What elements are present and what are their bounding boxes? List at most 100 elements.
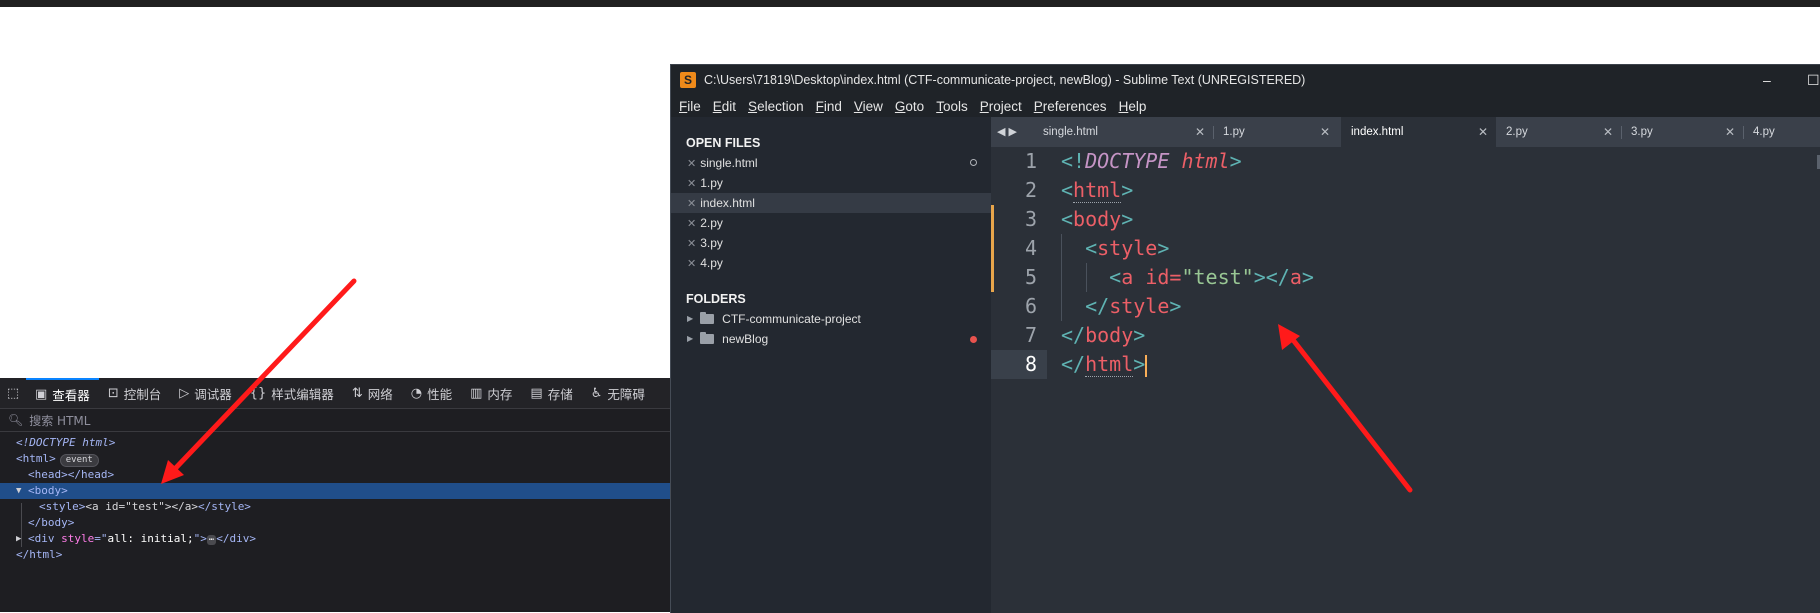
- menu-goto[interactable]: Goto: [895, 99, 924, 114]
- window-title-bar[interactable]: S C:\Users\71819\Desktop\index.html (CTF…: [671, 65, 1820, 95]
- menu-bar: File Edit Selection Find View Goto Tools…: [671, 95, 1820, 117]
- menu-preferences[interactable]: Preferences: [1034, 99, 1107, 114]
- menu-find[interactable]: Find: [816, 99, 842, 114]
- tree-node-head[interactable]: <head></head>: [0, 467, 672, 483]
- open-files-heading: OPEN FILES: [686, 136, 761, 150]
- code-line-8: </html>: [1061, 352, 1148, 377]
- minimize-icon[interactable]: –: [1763, 65, 1771, 95]
- storage-icon: ▤: [530, 385, 543, 401]
- tree-node-style[interactable]: <style><a id="test"></a></style>: [0, 499, 672, 515]
- open-file-1-py[interactable]: ✕ 1.py: [671, 173, 991, 193]
- expand-triangle-icon[interactable]: ▼: [16, 483, 21, 499]
- tab-inspector[interactable]: ▣ 查看器: [26, 378, 99, 408]
- tab-1-py[interactable]: 1.py ✕: [1213, 117, 1338, 147]
- element-picker-icon[interactable]: ⬚: [0, 378, 26, 408]
- line-number: 4: [1024, 236, 1037, 260]
- menu-tools[interactable]: Tools: [936, 99, 968, 114]
- code-content[interactable]: <!DOCTYPE html> <html> <body> <style> <a…: [1061, 147, 1314, 379]
- window-title: C:\Users\71819\Desktop\index.html (CTF-c…: [704, 73, 1306, 87]
- close-icon[interactable]: ✕: [687, 218, 696, 230]
- close-icon[interactable]: ✕: [1478, 117, 1488, 147]
- close-icon[interactable]: ✕: [687, 198, 696, 210]
- maximize-icon[interactable]: ☐: [1807, 65, 1820, 95]
- code-line-4: <style>: [1085, 236, 1170, 260]
- debugger-icon: ▷: [179, 385, 190, 401]
- menu-project[interactable]: Project: [980, 99, 1022, 114]
- code-line-3: <body>: [1061, 207, 1134, 231]
- expand-arrow-icon[interactable]: ▶: [687, 309, 693, 329]
- open-file-4-py[interactable]: ✕ 4.py: [671, 253, 991, 273]
- close-icon[interactable]: ✕: [687, 238, 696, 250]
- menu-edit[interactable]: Edit: [713, 99, 736, 114]
- menu-selection[interactable]: Selection: [748, 99, 804, 114]
- tab-scroll-arrows-icon[interactable]: ◀ ▶: [997, 117, 1017, 147]
- close-icon[interactable]: ✕: [1195, 117, 1205, 147]
- browser-top-strip: [0, 0, 1820, 7]
- code-editor[interactable]: 1 2 3 4 5 6 7 8 <!DOCTYPE html> <html> <…: [991, 147, 1820, 613]
- tab-accessibility[interactable]: ♿ 无障碍: [582, 378, 654, 408]
- line-number: 6: [1024, 294, 1037, 318]
- folder-icon: [700, 332, 715, 344]
- search-icon: 🔍︎: [8, 413, 24, 427]
- collapsed-triangle-icon[interactable]: ▶: [16, 531, 21, 547]
- search-html-input[interactable]: 搜索 HTML: [29, 412, 90, 429]
- close-icon[interactable]: ✕: [1725, 117, 1735, 147]
- folder-ctf-communicate-project[interactable]: ▶ CTF-communicate-project: [671, 309, 991, 329]
- line-number: 1: [1024, 149, 1037, 173]
- tab-debugger[interactable]: ▷ 调试器: [170, 378, 241, 408]
- tab-single-html[interactable]: single.html ✕: [1033, 117, 1213, 147]
- tab-2-py[interactable]: 2.py ✕: [1496, 117, 1621, 147]
- code-line-7: </body>: [1061, 323, 1146, 347]
- html-search-bar[interactable]: 🔍︎ 搜索 HTML: [0, 409, 672, 432]
- close-icon[interactable]: ✕: [1603, 117, 1613, 147]
- tab-style-editor[interactable]: {} 样式编辑器: [241, 378, 343, 408]
- expand-arrow-icon[interactable]: ▶: [687, 329, 693, 349]
- line-number-current: 8: [1024, 352, 1037, 376]
- menu-help[interactable]: Help: [1119, 99, 1147, 114]
- tab-network[interactable]: ⇅ 网络: [343, 378, 402, 408]
- tab-bar: ◀ ▶ single.html ✕ 1.py ✕ index.html ✕ 2.py ✕…: [991, 117, 1820, 147]
- code-line-5: <a id="test"></a>: [1109, 265, 1314, 289]
- sublime-text-window: S C:\Users\71819\Desktop\index.html (CTF…: [670, 64, 1820, 613]
- tab-performance[interactable]: ◔ 性能: [402, 378, 461, 408]
- markup-tree: <!DOCTYPE html> <html> event <head></head…: [0, 432, 672, 563]
- close-icon[interactable]: ✕: [687, 258, 696, 270]
- tab-memory[interactable]: ▥ 内存: [461, 378, 521, 408]
- style-editor-icon: {}: [249, 385, 267, 401]
- memory-icon: ▥: [470, 385, 483, 401]
- folder-newblog[interactable]: ▶ newBlog: [671, 329, 991, 349]
- folder-icon: [700, 312, 715, 324]
- firefox-devtools-panel: ⬚ ▣ 查看器 ⊡ 控制台 ▷ 调试器 {} 样式编辑器 ⇅ 网络 ◔ 性能 ▥…: [0, 378, 672, 612]
- open-file-2-py[interactable]: ✕ 2.py: [671, 213, 991, 233]
- close-icon[interactable]: ✕: [687, 158, 696, 170]
- code-line-6: </style>: [1085, 294, 1182, 318]
- open-file-index-html[interactable]: ✕ index.html: [671, 193, 991, 213]
- performance-icon: ◔: [410, 385, 423, 401]
- tab-4-py[interactable]: 4.py: [1743, 117, 1820, 147]
- open-file-single-html[interactable]: ✕ single.html: [671, 153, 991, 173]
- tab-index-html-active[interactable]: index.html ✕: [1341, 117, 1496, 147]
- menu-view[interactable]: View: [854, 99, 883, 114]
- modified-dot-icon: [970, 336, 977, 343]
- tab-storage[interactable]: ▤ 存储: [521, 378, 581, 408]
- close-icon[interactable]: ✕: [687, 178, 696, 190]
- tree-node-body-close: </body>: [28, 516, 75, 529]
- folders-heading: FOLDERS: [686, 292, 746, 306]
- code-line-2: <html>: [1061, 178, 1134, 203]
- ellipsis-expander[interactable]: ⋯: [206, 535, 217, 545]
- network-icon: ⇅: [351, 385, 363, 401]
- tree-node-div[interactable]: ▶ <div style="all: initial;"> ⋯ </div>: [0, 531, 672, 547]
- tree-node-doctype[interactable]: <!DOCTYPE html>: [0, 435, 672, 451]
- line-number: 7: [1024, 323, 1037, 347]
- sublime-logo-icon: S: [680, 72, 696, 88]
- line-number: 3: [1024, 207, 1037, 231]
- tree-node-body-selected[interactable]: ▼ <body>: [0, 483, 672, 499]
- menu-file[interactable]: File: [679, 99, 701, 114]
- tab-console[interactable]: ⊡ 控制台: [99, 378, 170, 408]
- tab-3-py[interactable]: 3.py ✕: [1621, 117, 1743, 147]
- unsaved-dot-icon: [970, 159, 977, 166]
- tree-node-html[interactable]: <html> event: [0, 451, 672, 467]
- event-badge[interactable]: event: [59, 454, 99, 467]
- open-file-3-py[interactable]: ✕ 3.py: [671, 233, 991, 253]
- close-icon[interactable]: ✕: [1320, 117, 1330, 147]
